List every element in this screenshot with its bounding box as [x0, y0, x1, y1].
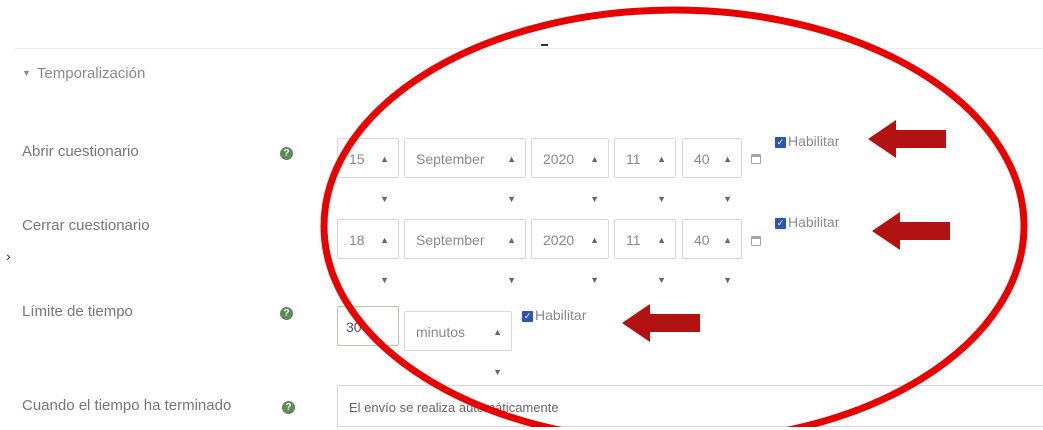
close-quiz-label: Cerrar cuestionario	[22, 217, 150, 234]
close-quiz-enable-checkbox[interactable]: ✓ Habilitar	[775, 214, 839, 230]
select-caret-icon: ▲ ▼	[380, 235, 389, 285]
collapse-triangle-icon[interactable]: ▼	[22, 68, 31, 78]
open-quiz-day-value: 15	[349, 151, 365, 167]
close-quiz-month-select[interactable]: September ▲ ▼	[404, 219, 526, 285]
close-quiz-calendar-icon[interactable]	[751, 236, 761, 246]
open-quiz-enable-checkbox[interactable]: ✓ Habilitar	[775, 133, 839, 149]
open-quiz-minute-select[interactable]: 40 ▲ ▼	[682, 138, 742, 204]
time-limit-help-icon[interactable]: ?	[280, 307, 293, 320]
close-quiz-minute-select[interactable]: 40 ▲ ▼	[682, 219, 742, 285]
select-caret-icon: ▲ ▼	[590, 154, 599, 204]
checkbox-checked-icon[interactable]: ✓	[775, 218, 786, 229]
open-quiz-hour-select[interactable]: 11 ▲ ▼	[614, 138, 676, 204]
stray-mark: ›	[6, 248, 11, 264]
close-quiz-minute-value: 40	[694, 232, 710, 248]
select-caret-icon: ▲ ▼	[723, 235, 732, 285]
when-time-expires-label: Cuando el tiempo ha terminado	[22, 397, 232, 414]
select-caret-icon: ▲ ▼	[493, 327, 502, 377]
annotation-arrow-open	[868, 120, 946, 158]
time-limit-unit-value: minutos	[416, 324, 466, 340]
close-quiz-month-value: September	[416, 232, 485, 248]
annotation-arrow-time-limit	[622, 304, 700, 342]
close-quiz-hour-select[interactable]: 11 ▲ ▼	[614, 219, 676, 285]
cursor-mark	[541, 44, 548, 46]
time-limit-enable-label: Habilitar	[535, 307, 587, 323]
select-caret-icon: ▲ ▼	[507, 235, 516, 285]
open-quiz-month-value: September	[416, 151, 485, 167]
open-quiz-label: Abrir cuestionario	[22, 143, 139, 160]
open-quiz-minute-value: 40	[694, 151, 710, 167]
select-caret-icon: ▲ ▼	[590, 235, 599, 285]
select-caret-icon: ▲ ▼	[657, 235, 666, 285]
time-limit-unit-select[interactable]: minutos ▲ ▼	[404, 311, 512, 377]
open-quiz-day-select[interactable]: 15 ▲ ▼	[337, 138, 399, 204]
close-quiz-day-select[interactable]: 18 ▲ ▼	[337, 219, 399, 285]
open-quiz-enable-label: Habilitar	[788, 133, 840, 149]
section-header-temporalizacion[interactable]: ▼ Temporalización	[22, 65, 145, 82]
open-quiz-calendar-icon[interactable]	[751, 154, 761, 164]
select-caret-icon: ▲ ▼	[657, 154, 666, 204]
select-caret-icon: ▲ ▼	[507, 154, 516, 204]
select-caret-icon: ▲ ▼	[380, 154, 389, 204]
when-time-expires-select[interactable]: El envío se realiza automáticamente	[337, 385, 1043, 427]
checkbox-checked-icon[interactable]: ✓	[775, 137, 786, 148]
open-quiz-hour-value: 11	[626, 151, 641, 167]
close-quiz-enable-label: Habilitar	[788, 214, 840, 230]
close-quiz-hour-value: 11	[626, 232, 641, 248]
close-quiz-year-value: 2020	[543, 232, 575, 248]
open-quiz-year-value: 2020	[543, 151, 575, 167]
checkbox-checked-icon[interactable]: ✓	[522, 311, 533, 322]
time-limit-label: Límite de tiempo	[22, 303, 133, 320]
open-quiz-year-select[interactable]: 2020 ▲ ▼	[531, 138, 609, 204]
select-caret-icon: ▲ ▼	[723, 154, 732, 204]
open-quiz-help-icon[interactable]: ?	[280, 147, 293, 160]
close-quiz-day-value: 18	[349, 232, 365, 248]
annotation-arrow-close	[872, 212, 950, 250]
time-limit-input[interactable]: 30	[337, 306, 399, 346]
when-time-expires-help-icon[interactable]: ?	[282, 401, 295, 414]
open-quiz-month-select[interactable]: September ▲ ▼	[404, 138, 526, 204]
section-divider	[15, 48, 1043, 49]
time-limit-enable-checkbox[interactable]: ✓ Habilitar	[522, 307, 586, 323]
section-title: Temporalización	[36, 65, 146, 82]
close-quiz-year-select[interactable]: 2020 ▲ ▼	[531, 219, 609, 285]
